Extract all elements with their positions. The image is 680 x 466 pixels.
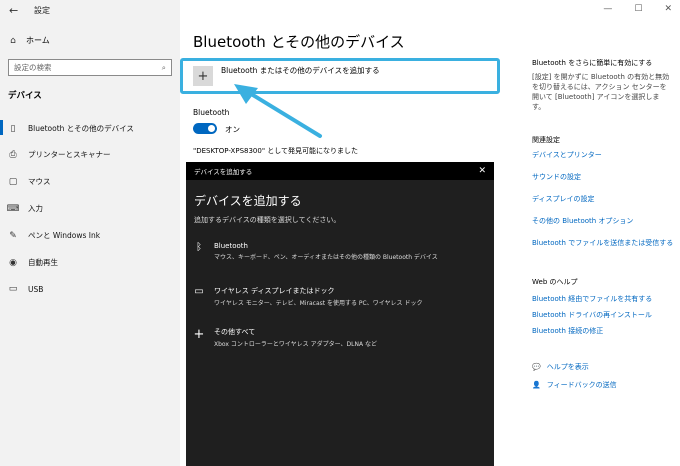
get-help-link[interactable]: 💬 ヘルプを表示: [532, 362, 589, 372]
sidebar-item-autoplay[interactable]: ◉ 自動再生: [8, 257, 58, 268]
minimize-button[interactable]: —: [603, 4, 612, 14]
sidebar: ← 設定 ⌂ ホーム 設定の検索 ⌕ デバイス ▯ Bluetooth とその他…: [0, 0, 180, 466]
sidebar-item-label: Bluetooth とその他のデバイス: [28, 124, 134, 133]
window-title: 設定: [34, 6, 50, 15]
feedback-link[interactable]: 👤 フィードバックの送信: [532, 380, 617, 390]
close-button[interactable]: ✕: [664, 4, 672, 14]
option-bluetooth[interactable]: ᛒ Bluetooth マウス、キーボード、ペン、オーディオまたはその他の種類の…: [192, 242, 438, 261]
window-controls: — ☐ ✕: [603, 4, 672, 14]
usb-icon: ▭: [8, 284, 18, 294]
search-input[interactable]: 設定の検索 ⌕: [8, 59, 172, 76]
sidebar-item-label: 入力: [28, 204, 43, 213]
link-reinstall-driver[interactable]: Bluetooth ドライバの再インストール: [532, 310, 652, 320]
home-link[interactable]: ⌂ ホーム: [8, 35, 50, 46]
link-send-files[interactable]: Bluetooth でファイルを送信または受信する: [532, 238, 673, 248]
home-icon: ⌂: [10, 35, 16, 46]
dialog-close-icon[interactable]: ✕: [478, 166, 486, 176]
section-label: デバイス: [8, 91, 42, 101]
help-heading: Web のヘルプ: [532, 278, 578, 286]
link-display-settings[interactable]: ディスプレイの設定: [532, 194, 595, 204]
search-icon: ⌕: [161, 62, 166, 72]
feedback-label: フィードバックの送信: [546, 381, 617, 389]
easy-title: Bluetooth をさらに簡単に有効にする: [532, 59, 653, 67]
plus-icon: +: [193, 66, 213, 86]
option-title: ワイヤレス ディスプレイまたはドック: [214, 287, 335, 295]
option-wireless-display[interactable]: ▭ ワイヤレス ディスプレイまたはドック ワイヤレス モニター、テレビ、Mira…: [192, 286, 422, 307]
link-share-files[interactable]: Bluetooth 経由でファイルを共有する: [532, 294, 652, 304]
link-fix-connection[interactable]: Bluetooth 接続の修正: [532, 326, 603, 336]
option-desc: Xbox コントローラーとワイヤレス アダプター、DLNA など: [214, 341, 377, 348]
pen-icon: ✎: [9, 230, 17, 241]
dialog-titlebar: デバイスを追加する ✕: [186, 162, 494, 180]
sidebar-item-label: 自動再生: [28, 258, 58, 267]
toggle-state: オン: [225, 125, 240, 134]
monitor-icon: ▭: [194, 286, 204, 297]
help-chat-icon: 💬: [532, 363, 541, 371]
sidebar-item-label: プリンターとスキャナー: [28, 150, 111, 159]
search-placeholder: 設定の検索: [14, 63, 52, 72]
bluetooth-devices-icon: ▯: [10, 123, 16, 134]
dialog-subtitle: 追加するデバイスの種類を選択してください。: [194, 216, 341, 224]
sidebar-item-label: ペンと Windows Ink: [28, 231, 101, 240]
feedback-icon: 👤: [532, 381, 541, 389]
bluetooth-label: Bluetooth: [193, 108, 230, 117]
link-more-bluetooth[interactable]: その他の Bluetooth オプション: [532, 216, 633, 226]
sidebar-item-printers[interactable]: ⎙ プリンターとスキャナー: [8, 149, 111, 160]
sidebar-item-mouse[interactable]: ▢ マウス: [8, 176, 51, 187]
related-heading: 関連設定: [532, 136, 560, 144]
link-sound-settings[interactable]: サウンドの設定: [532, 172, 581, 182]
sidebar-item-label: USB: [28, 284, 44, 294]
sidebar-item-bluetooth[interactable]: ▯ Bluetooth とその他のデバイス: [0, 120, 134, 135]
bluetooth-icon: ᛒ: [196, 242, 202, 253]
sidebar-item-pen[interactable]: ✎ ペンと Windows Ink: [8, 230, 100, 241]
dialog-heading: デバイスを追加する: [194, 194, 302, 208]
easy-text: [設定] を開かずに Bluetooth の有効と無効を切り替えるには、アクショ…: [532, 73, 670, 111]
maximize-button[interactable]: ☐: [634, 4, 642, 14]
plus-icon: +: [193, 327, 205, 342]
sidebar-item-input[interactable]: ⌨ 入力: [6, 203, 44, 214]
discoverable-text: "DESKTOP-XPS8300" として発見可能になりました: [193, 147, 359, 155]
keyboard-icon: ⌨: [6, 203, 20, 214]
option-everything-else[interactable]: + その他すべて Xbox コントローラーとワイヤレス アダプター、DLNA な…: [192, 327, 377, 348]
option-title: Bluetooth: [214, 242, 248, 250]
dialog-title: デバイスを追加する: [194, 168, 253, 176]
option-desc: マウス、キーボード、ペン、オーディオまたはその他の種類の Bluetooth デ…: [214, 254, 438, 261]
mouse-icon: ▢: [8, 176, 18, 187]
back-arrow-icon[interactable]: ←: [9, 4, 18, 17]
sidebar-item-label: マウス: [28, 177, 51, 186]
get-help-label: ヘルプを表示: [546, 363, 589, 371]
option-title: その他すべて: [214, 328, 256, 336]
bluetooth-toggle[interactable]: [193, 123, 217, 134]
home-label: ホーム: [26, 36, 50, 45]
printer-icon: ⎙: [9, 149, 17, 160]
add-device-label: Bluetooth またはその他のデバイスを追加する: [221, 65, 380, 75]
link-devices-printers[interactable]: デバイスとプリンター: [532, 150, 602, 160]
option-desc: ワイヤレス モニター、テレビ、Miracast を使用する PC、ワイヤレス ド…: [214, 300, 423, 307]
autoplay-icon: ◉: [9, 257, 17, 268]
sidebar-item-usb[interactable]: ▭ USB: [8, 284, 44, 294]
page-title: Bluetooth とその他のデバイス: [193, 33, 405, 51]
add-device-dialog: デバイスを追加する ✕ デバイスを追加する 追加するデバイスの種類を選択してくだ…: [186, 162, 494, 466]
